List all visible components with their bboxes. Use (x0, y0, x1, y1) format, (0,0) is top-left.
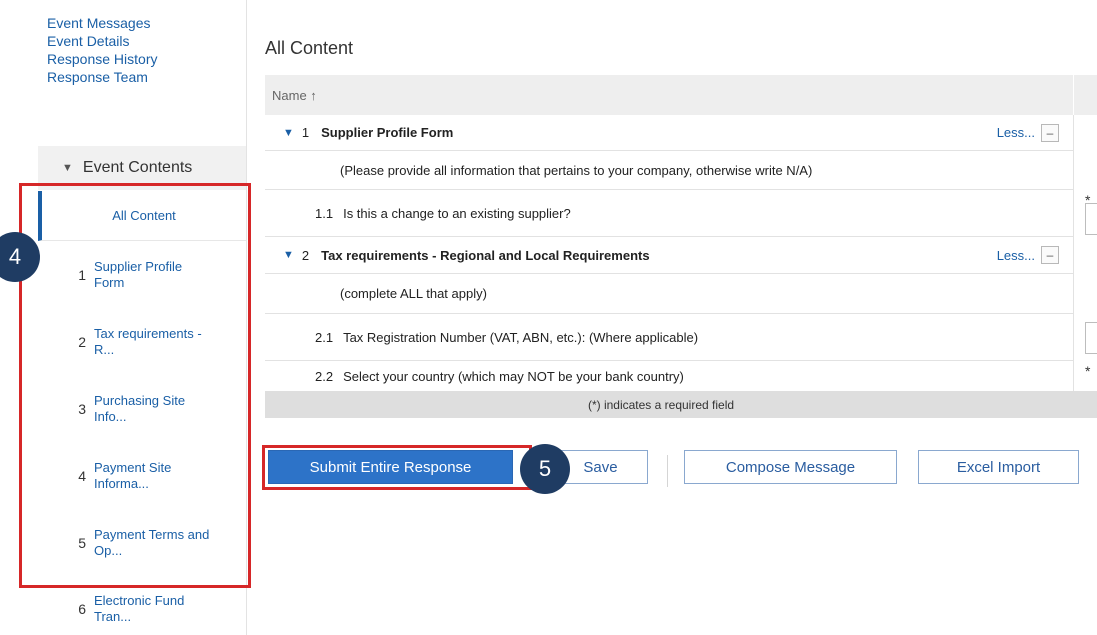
nav-item-electronic-fund[interactable]: 6 Electronic Fund Tran... (38, 589, 246, 629)
expand-triangle-icon[interactable]: ▼ (283, 127, 294, 139)
nav-item-number: 6 (78, 601, 86, 617)
required-field-note-bar: (*) indicates a required field (265, 391, 1097, 418)
event-details-link[interactable]: Event Details (47, 32, 158, 50)
question-text: Tax Registration Number (VAT, ABN, etc.)… (343, 329, 699, 345)
section-row-2: ▼ 2 Tax requirements - Regional and Loca… (265, 237, 1073, 274)
answer-dropdown-stub[interactable] (1085, 203, 1097, 235)
event-messages-link[interactable]: Event Messages (47, 14, 158, 32)
question-row: 2.2 Select your country (which may NOT b… (265, 361, 1073, 391)
expand-triangle-icon[interactable]: ▼ (283, 249, 294, 261)
section-title: Supplier Profile Form (321, 125, 454, 140)
question-row: 1.1 Is this a change to an existing supp… (265, 190, 1073, 237)
less-link[interactable]: Less... (997, 125, 1035, 140)
name-column-header[interactable]: Name ↑ (272, 88, 317, 103)
section-row-1: ▼ 1 Supplier Profile Form Less... – (265, 115, 1073, 151)
question-number: 2.2 (315, 368, 334, 384)
required-field-note: (*) indicates a required field (587, 397, 735, 412)
table-header: Name ↑ (265, 75, 1097, 115)
event-contents-title: Event Contents (82, 159, 193, 176)
compose-message-button[interactable]: Compose Message (684, 450, 897, 484)
collapse-minus-icon[interactable]: – (1041, 123, 1059, 142)
event-links: Event Messages Event Details Response Hi… (47, 14, 158, 86)
question-text: Select your country (which may NOT be yo… (343, 368, 684, 384)
less-toggle[interactable]: Less... – (997, 237, 1059, 273)
excel-import-button[interactable]: Excel Import (918, 450, 1079, 484)
question-number: 2.1 (315, 329, 334, 345)
submit-highlight-box (262, 445, 532, 490)
less-link[interactable]: Less... (997, 248, 1035, 263)
nav-highlight-box (19, 183, 251, 588)
less-toggle[interactable]: Less... – (997, 115, 1059, 150)
button-divider (667, 455, 668, 487)
question-row: 2.1 Tax Registration Number (VAT, ABN, e… (265, 314, 1073, 361)
section-number: 2 (301, 247, 310, 263)
section-number: 1 (301, 125, 310, 140)
response-history-link[interactable]: Response History (47, 50, 158, 68)
page-title: All Content (265, 38, 354, 58)
tax-number-input-stub[interactable] (1085, 322, 1097, 354)
response-team-link[interactable]: Response Team (47, 68, 158, 86)
column-divider (1073, 75, 1074, 115)
step-callout-5: 5 (520, 444, 570, 494)
nav-item-label: Electronic Fund Tran... (94, 593, 185, 624)
section-note-row: (complete ALL that apply) (265, 274, 1073, 314)
question-number: 1.1 (315, 205, 334, 221)
section-note: (complete ALL that apply) (340, 286, 487, 301)
question-text: Is this a change to an existing supplier… (343, 205, 571, 221)
required-star: * (1085, 363, 1091, 379)
section-note-row: (Please provide all information that per… (265, 151, 1073, 190)
collapse-caret-icon: ▼ (62, 162, 73, 174)
collapse-minus-icon[interactable]: – (1041, 246, 1059, 264)
section-title: Tax requirements - Regional and Local Re… (321, 247, 650, 263)
section-note: (Please provide all information that per… (340, 162, 813, 178)
